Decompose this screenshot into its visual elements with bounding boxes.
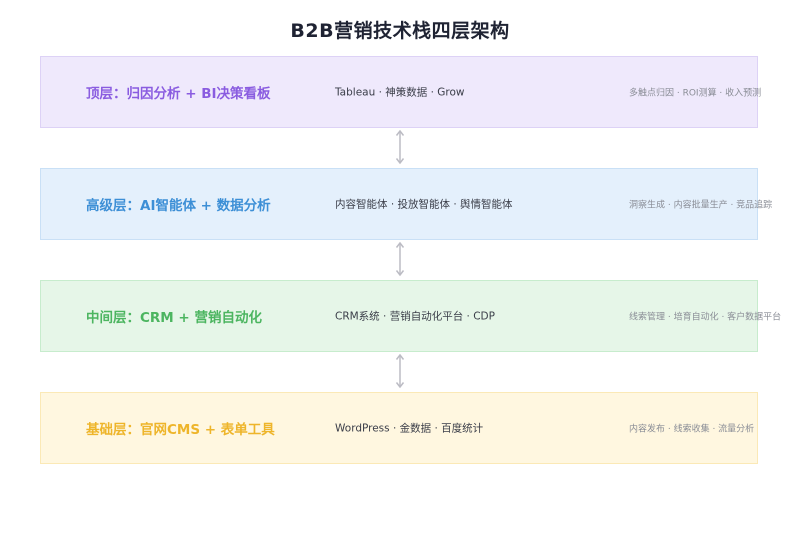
layer-name: 中间层：CRM + 营销自动化 — [86, 310, 262, 326]
layer-tech: WordPress · 金数据 · 百度统计 — [335, 422, 484, 435]
layer-functions: 线索管理 · 培育自动化 · 客户数据平台 — [629, 312, 782, 323]
layer-tech: CRM系统 · 营销自动化平台 · CDP — [335, 310, 495, 323]
layer-base: 基础层：官网CMS + 表单工具 WordPress · 金数据 · 百度统计 … — [40, 392, 758, 464]
layer-functions: 洞察生成 · 内容批量生产 · 竞品追踪 — [629, 200, 773, 211]
layer-top: 顶层：归因分析 + BI决策看板 Tableau · 神策数据 · Grow 多… — [40, 56, 762, 128]
connector-arrow-3 — [395, 353, 405, 389]
layer-tech: 内容智能体 · 投放智能体 · 舆情智能体 — [335, 198, 513, 211]
connector-arrow-1 — [395, 129, 405, 165]
layer-advanced: 高级层：AI智能体 + 数据分析 内容智能体 · 投放智能体 · 舆情智能体 洞… — [40, 168, 772, 240]
layer-name: 高级层：AI智能体 + 数据分析 — [86, 198, 271, 214]
layer-tech: Tableau · 神策数据 · Grow — [335, 86, 465, 99]
layer-name: 基础层：官网CMS + 表单工具 — [86, 422, 275, 438]
layer-functions: 多触点归因 · ROI测算 · 收入预测 — [629, 88, 762, 99]
layer-middle: 中间层：CRM + 营销自动化 CRM系统 · 营销自动化平台 · CDP 线索… — [40, 280, 781, 352]
diagram-canvas: B2B营销技术栈四层架构 顶层：归因分析 + BI决策看板 Tableau · … — [0, 0, 800, 550]
layer-name: 顶层：归因分析 + BI决策看板 — [86, 86, 271, 102]
layer-functions: 内容发布 · 线索收集 · 流量分析 — [629, 424, 755, 435]
diagram-title: B2B营销技术栈四层架构 — [290, 20, 510, 42]
connector-arrow-2 — [395, 241, 405, 277]
